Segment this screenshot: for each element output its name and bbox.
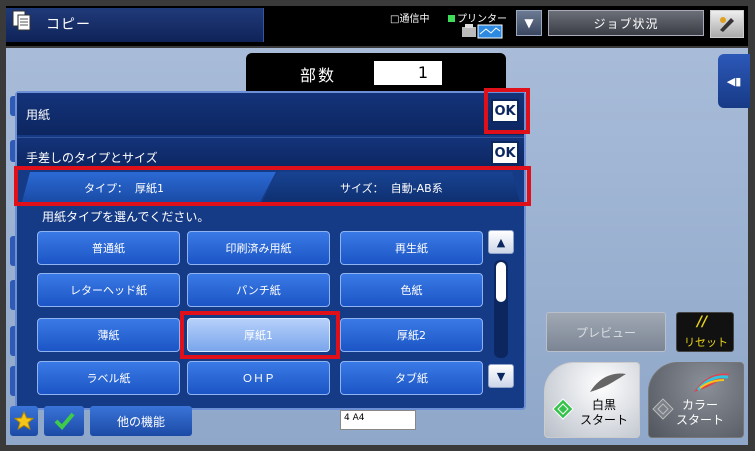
collapse-icon: ◀▮ — [726, 74, 742, 88]
highlight-ok-button — [484, 88, 530, 134]
bypass-label: 手差しのタイプとサイズ — [26, 151, 158, 165]
check-button[interactable] — [44, 406, 84, 436]
printer-status-indicator — [448, 15, 455, 22]
copies-label: 部数 — [300, 66, 337, 85]
paper-type-plain[interactable]: 普通紙 — [37, 231, 180, 265]
other-functions-button[interactable]: 他の機能 — [90, 406, 192, 436]
chevron-down-icon: ▼ — [524, 16, 534, 30]
copy-screen: コピー □通信中 プリンター ▼ ジョブ状況 部数 1 ◀▮ 用紙 OK 手差し… — [0, 0, 755, 451]
help-icon — [720, 17, 734, 32]
preview-button[interactable]: プレビュー — [546, 312, 666, 352]
scroll-down-button[interactable]: ▼ — [488, 364, 514, 388]
paper-label: 用紙 — [26, 108, 51, 122]
chevron-up-icon: ▲ — [496, 235, 506, 249]
bypass-ok-button[interactable]: OK — [491, 141, 519, 165]
status-communicating: □通信中 — [390, 14, 430, 25]
paper-type-letterhead[interactable]: レターヘッド紙 — [37, 273, 180, 307]
app-title: コピー — [46, 17, 91, 33]
paper-type-recycled[interactable]: 再生紙 — [340, 231, 483, 265]
start-diamond-icon — [552, 398, 574, 420]
status-dropdown-button[interactable]: ▼ — [516, 10, 542, 36]
reset-slash-icon: // — [697, 314, 708, 330]
paper-type-tab[interactable]: タブ紙 — [340, 361, 483, 395]
copies-value-field[interactable]: 1 — [374, 61, 442, 85]
chevron-down-icon: ▼ — [496, 369, 506, 383]
bw-start-label-text: 白黒 スタート — [580, 398, 629, 427]
start-diamond-icon — [652, 398, 674, 420]
star-icon — [14, 411, 34, 431]
paper-type-transparency[interactable]: ＯＨＰ — [187, 361, 330, 395]
paper-type-labels[interactable]: ラベル紙 — [37, 361, 180, 395]
highlight-tabs — [14, 166, 531, 206]
paper-type-preprinted[interactable]: 印刷済み用紙 — [187, 231, 330, 265]
copy-icon — [12, 10, 31, 31]
highlight-heavy1 — [180, 311, 340, 359]
color-start-label: カラー スタート — [676, 398, 724, 428]
scroll-up-button[interactable]: ▲ — [488, 230, 514, 254]
paper-type-prepunched[interactable]: パンチ紙 — [187, 273, 330, 307]
paper-type-heavy2[interactable]: 厚紙2 — [340, 318, 483, 352]
instruction-text: 用紙タイプを選んでください。 — [42, 210, 210, 224]
reset-label: リセット — [684, 336, 728, 349]
paper-type-color[interactable]: 色紙 — [340, 273, 483, 307]
color-start-label-text: カラー スタート — [676, 398, 725, 427]
paper-header — [17, 93, 524, 135]
printer-icon — [462, 24, 503, 39]
feather-icon — [694, 373, 730, 392]
help-button[interactable] — [710, 10, 744, 38]
paper-type-thin[interactable]: 薄紙 — [37, 318, 180, 352]
side-panel-tab[interactable]: ◀▮ — [718, 54, 750, 108]
job-status-button[interactable]: ジョブ状況 — [548, 10, 704, 36]
check-icon — [54, 412, 75, 430]
bw-start-label: 白黒 スタート — [580, 398, 628, 428]
tray-indicator-text: 4 A4 — [344, 413, 365, 423]
favorites-button[interactable] — [10, 406, 38, 436]
feather-icon — [590, 373, 626, 392]
scroll-thumb[interactable] — [496, 262, 506, 302]
title-area — [6, 8, 264, 42]
